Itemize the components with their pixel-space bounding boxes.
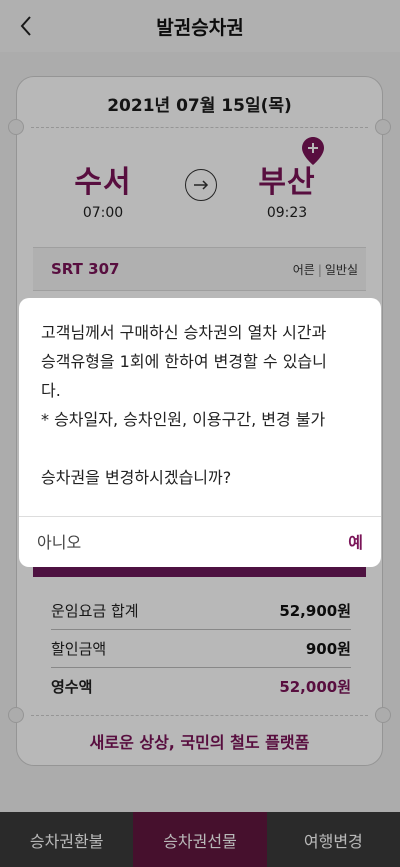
dialog-note: * 승차일자, 승차인원, 이용구간, 변경 불가 bbox=[41, 410, 326, 429]
dialog-question: 승차권을 변경하시겠습니까? bbox=[41, 468, 232, 487]
dialog-message: 고객님께서 구매하신 승차권의 열차 시간과 승객유형을 1회에 한하여 변경할… bbox=[41, 318, 363, 492]
confirm-dialog: 고객님께서 구매하신 승차권의 열차 시간과 승객유형을 1회에 한하여 변경할… bbox=[19, 298, 381, 567]
dialog-line: 승객유형을 1회에 한하여 변경할 수 있습니 bbox=[41, 352, 327, 371]
dialog-line: 고객님께서 구매하신 승차권의 열차 시간과 bbox=[41, 323, 327, 342]
no-button[interactable]: 아니오 bbox=[37, 524, 81, 558]
dialog-line: 다. bbox=[41, 381, 61, 400]
yes-button[interactable]: 예 bbox=[348, 524, 363, 558]
dialog-divider bbox=[19, 516, 381, 517]
